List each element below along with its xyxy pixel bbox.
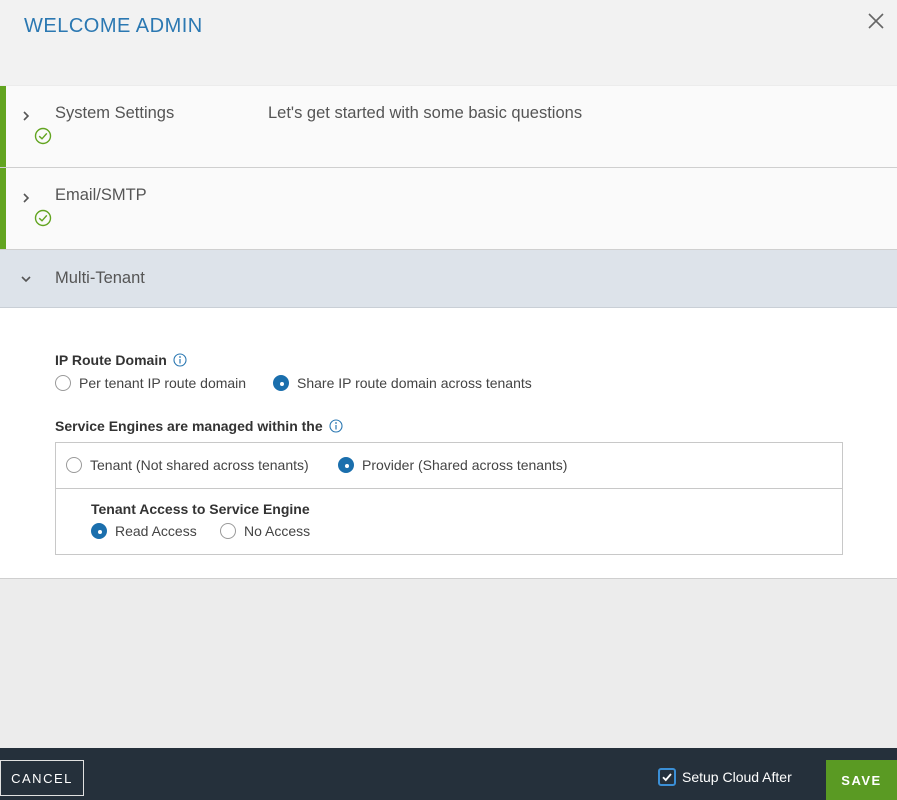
checkmark-icon (662, 773, 672, 782)
step-multi-tenant[interactable]: Multi-Tenant (0, 250, 897, 308)
step-description: Let's get started with some basic questi… (268, 104, 583, 122)
service-engines-label: Service Engines are managed within the (55, 418, 343, 434)
radio-button[interactable] (55, 375, 71, 391)
radio-read-access[interactable]: Read Access (91, 523, 197, 539)
radio-button[interactable] (220, 523, 236, 539)
chevron-right-icon[interactable] (20, 110, 32, 122)
radio-button[interactable] (273, 375, 289, 391)
chevron-down-icon[interactable] (20, 273, 32, 285)
multi-tenant-panel: IP Route Domain Per tenant IP route doma… (0, 308, 897, 579)
radio-label: Tenant (Not shared across tenants) (90, 457, 309, 473)
radio-label: Share IP route domain across tenants (297, 375, 532, 391)
info-icon[interactable] (329, 419, 343, 433)
step-complete-bar (0, 168, 6, 249)
chevron-right-icon[interactable] (20, 192, 32, 204)
save-button[interactable]: SAVE (826, 760, 897, 800)
step-label: Multi-Tenant (55, 269, 145, 287)
radio-per-tenant-ip-route[interactable]: Per tenant IP route domain (55, 375, 246, 391)
tenant-access-label: Tenant Access to Service Engine (91, 501, 310, 517)
checkbox[interactable] (658, 768, 676, 786)
setup-cloud-after-checkbox[interactable]: Setup Cloud After (658, 768, 792, 786)
check-circle-icon (34, 209, 52, 227)
step-email-smtp[interactable]: Email/SMTP (0, 168, 897, 250)
radio-label: Read Access (115, 523, 197, 539)
close-icon[interactable] (867, 12, 885, 30)
radio-share-ip-route[interactable]: Share IP route domain across tenants (273, 375, 532, 391)
service-engines-text: Service Engines are managed within the (55, 418, 323, 434)
radio-provider-shared[interactable]: Provider (Shared across tenants) (338, 457, 567, 473)
ip-route-domain-text: IP Route Domain (55, 352, 167, 368)
step-label: System Settings (55, 104, 175, 122)
radio-no-access[interactable]: No Access (220, 523, 310, 539)
tenant-access-text: Tenant Access to Service Engine (91, 501, 310, 517)
modal-footer: CANCEL Setup Cloud After SAVE (0, 748, 897, 800)
step-system-settings[interactable]: System Settings Let's get started with s… (0, 86, 897, 168)
radio-button[interactable] (66, 457, 82, 473)
radio-tenant-not-shared[interactable]: Tenant (Not shared across tenants) (66, 457, 309, 473)
radio-button[interactable] (91, 523, 107, 539)
radio-label: Per tenant IP route domain (79, 375, 247, 391)
step-complete-bar (0, 86, 6, 167)
setup-cloud-label: Setup Cloud After (682, 769, 792, 785)
cancel-button[interactable]: CANCEL (0, 760, 84, 796)
step-label: Email/SMTP (55, 186, 147, 204)
divider (56, 488, 842, 489)
radio-label: Provider (Shared across tenants) (362, 457, 568, 473)
check-circle-icon (34, 127, 52, 145)
modal-title: WELCOME ADMIN (24, 15, 203, 37)
info-icon[interactable] (173, 353, 187, 367)
modal-header: WELCOME ADMIN (0, 0, 897, 85)
service-engines-box: Tenant (Not shared across tenants) Provi… (55, 442, 843, 555)
ip-route-domain-label: IP Route Domain (55, 352, 187, 368)
radio-button[interactable] (338, 457, 354, 473)
radio-label: No Access (244, 523, 311, 539)
